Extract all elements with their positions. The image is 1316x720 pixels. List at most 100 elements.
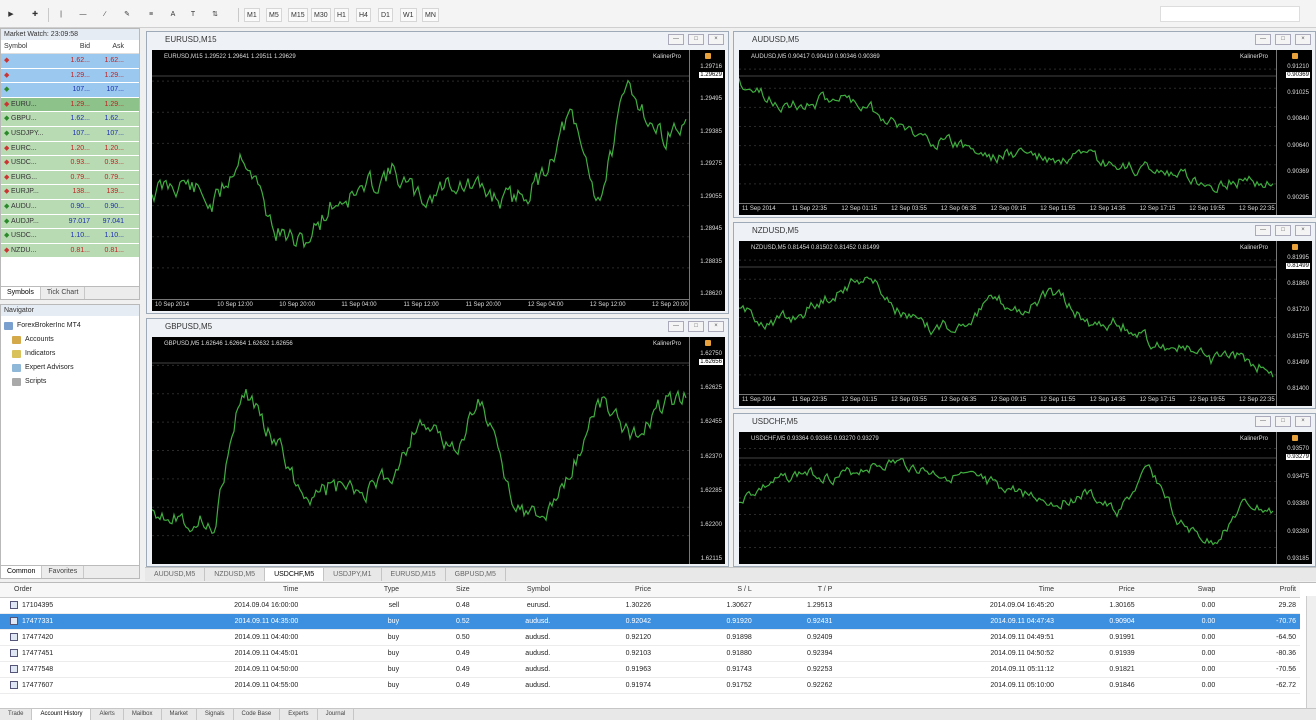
terminal-tab[interactable]: Journal: [318, 709, 355, 720]
timeframe-w1[interactable]: W1: [400, 8, 417, 22]
timeframe-m1[interactable]: M1: [244, 8, 260, 22]
minimize-icon[interactable]: —: [1255, 416, 1271, 427]
symbol-column-header[interactable]: Symbol: [1, 40, 59, 53]
column-header[interactable]: S / L: [654, 583, 756, 598]
chart-tab[interactable]: NZDUSD,M5: [205, 568, 266, 581]
market-watch-row[interactable]: ◆ NZDU... 0.81... 0.81...: [1, 243, 139, 259]
market-watch-row[interactable]: ◆ AUDJP... 97.017 97.041: [1, 214, 139, 230]
market-watch-row[interactable]: ◆ 1.29... 1.29...: [1, 68, 139, 84]
terminal-tab[interactable]: Signals: [197, 709, 234, 720]
minimize-icon[interactable]: —: [668, 34, 684, 45]
timeframe-m5[interactable]: M5: [266, 8, 282, 22]
price-chart[interactable]: GBPUSD,M5 1.62646 1.62664 1.62632 1.6265…: [152, 337, 725, 564]
chart-window-title[interactable]: AUDUSD,M5: [734, 32, 1315, 48]
navigator-item-accounts[interactable]: Accounts: [4, 333, 139, 347]
crosshair-icon[interactable]: ✚: [28, 8, 42, 22]
price-chart[interactable]: NZDUSD,M5 0.81454 0.81502 0.81452 0.8149…: [739, 241, 1312, 406]
ask-column-header[interactable]: Ask: [93, 40, 127, 53]
terminal-tab[interactable]: Experts: [280, 709, 318, 720]
market-watch-row[interactable]: ◆ EURC... 1.20... 1.20...: [1, 141, 139, 157]
chart-tab[interactable]: EURUSD,M15: [382, 568, 446, 581]
column-header[interactable]: Time: [836, 583, 1059, 598]
arrows-icon[interactable]: ⇅: [208, 8, 222, 22]
market-watch-row[interactable]: ◆ USDJPY... 107... 107...: [1, 126, 139, 142]
bid-column-header[interactable]: Bid: [59, 40, 93, 53]
search-box[interactable]: [1160, 6, 1300, 22]
tab-common[interactable]: Common: [1, 566, 43, 578]
chart-tab[interactable]: AUDUSD,M5: [145, 568, 206, 581]
minimize-icon[interactable]: —: [668, 321, 684, 332]
text-icon[interactable]: A: [166, 8, 180, 22]
chart-window-title[interactable]: NZDUSD,M5: [734, 223, 1315, 239]
timeframe-m15[interactable]: M15: [288, 8, 308, 22]
tab-favorites[interactable]: Favorites: [42, 566, 85, 578]
column-header[interactable]: Swap: [1138, 583, 1220, 598]
cursor-icon[interactable]: ▶: [4, 8, 18, 22]
market-watch-row[interactable]: ◆ EURG... 0.79... 0.79...: [1, 170, 139, 186]
timeframe-m30[interactable]: M30: [311, 8, 331, 22]
close-icon[interactable]: ×: [1295, 416, 1311, 427]
chart-window-title[interactable]: GBPUSD,M5: [147, 319, 728, 335]
navigator-item-scripts[interactable]: Scripts: [4, 375, 139, 389]
terminal-tab[interactable]: Code Base: [234, 709, 281, 720]
horizontal-line-icon[interactable]: —: [76, 8, 90, 22]
chart-tab[interactable]: USDJPY,M1: [324, 568, 382, 581]
close-icon[interactable]: ×: [1295, 34, 1311, 45]
minimize-icon[interactable]: —: [1255, 34, 1271, 45]
label-icon[interactable]: T: [186, 8, 200, 22]
fibonacci-icon[interactable]: ≡: [144, 8, 158, 22]
terminal-tab[interactable]: Trade: [0, 709, 33, 720]
column-header[interactable]: Time: [120, 583, 303, 598]
column-header[interactable]: Price: [1058, 583, 1139, 598]
price-chart[interactable]: AUDUSD,M5 0.90417 0.90419 0.90346 0.9036…: [739, 50, 1312, 215]
pen-icon[interactable]: ✎: [120, 8, 134, 22]
market-watch-row[interactable]: ◆ USDC... 0.93... 0.93...: [1, 156, 139, 171]
terminal-scrollbar[interactable]: [1306, 596, 1316, 708]
navigator-item-indicators[interactable]: Indicators: [4, 347, 139, 361]
tab-tick-chart[interactable]: Tick Chart: [41, 287, 86, 299]
chart-window-title[interactable]: USDCHF,M5: [734, 414, 1315, 430]
column-header[interactable]: T / P: [755, 583, 837, 598]
timeframe-h1[interactable]: H1: [334, 8, 349, 22]
terminal-tab[interactable]: Market: [162, 709, 197, 720]
market-watch-row[interactable]: ◆ 1.62... 1.62...: [1, 54, 139, 69]
maximize-icon[interactable]: □: [688, 321, 704, 332]
close-icon[interactable]: ×: [708, 321, 724, 332]
navigator-root[interactable]: ForexBrokerInc MT4: [4, 319, 139, 333]
chart-tab[interactable]: USDCHF,M5: [265, 568, 325, 581]
chart-window[interactable]: EURUSD,M15— □ × EURUSD,M15 1.29522 1.29641 …: [146, 31, 729, 314]
chart-window[interactable]: USDCHF,M5— □ × USDCHF,M5 0.93364 0.93365 0.…: [733, 413, 1316, 567]
market-watch-row[interactable]: ◆ 107... 107...: [1, 83, 139, 98]
market-watch-row[interactable]: ◆ EURJP... 138... 139...: [1, 185, 139, 200]
column-header[interactable]: Price: [554, 583, 655, 598]
trendline-icon[interactable]: ∕: [98, 8, 112, 22]
table-row[interactable]: 17477331 2014.09.11 04:35:00 buy 0.52 audusd…: [0, 613, 1300, 630]
market-watch-row[interactable]: ◆ GBPU... 1.62... 1.62...: [1, 112, 139, 127]
close-icon[interactable]: ×: [1295, 225, 1311, 236]
price-chart[interactable]: EURUSD,M15 1.29522 1.29641 1.29511 1.296…: [152, 50, 725, 311]
table-row[interactable]: 17477420 2014.09.11 04:40:00 buy 0.50 audusd…: [0, 629, 1300, 646]
market-watch-row[interactable]: ◆ AUDU... 0.90... 0.90...: [1, 199, 139, 215]
table-row[interactable]: 17477548 2014.09.11 04:50:00 buy 0.49 audusd…: [0, 661, 1300, 678]
navigator-item-expert-advisors[interactable]: Expert Advisors: [4, 361, 139, 375]
terminal-tab[interactable]: Alerts: [91, 709, 124, 720]
maximize-icon[interactable]: □: [688, 34, 704, 45]
chart-window[interactable]: NZDUSD,M5— □ × NZDUSD,M5 0.81454 0.81502 0.…: [733, 222, 1316, 409]
column-header[interactable]: Symbol: [473, 583, 555, 598]
timeframe-mn[interactable]: MN: [422, 8, 439, 22]
tab-symbols[interactable]: Symbols: [1, 287, 41, 299]
terminal-tab[interactable]: Account History: [32, 709, 92, 720]
column-header[interactable]: Profit: [1219, 583, 1300, 598]
maximize-icon[interactable]: □: [1275, 416, 1291, 427]
chart-tab[interactable]: GBPUSD,M5: [446, 568, 506, 581]
close-icon[interactable]: ×: [708, 34, 724, 45]
timeframe-h4[interactable]: H4: [356, 8, 371, 22]
chart-window-title[interactable]: EURUSD,M15: [147, 32, 728, 48]
maximize-icon[interactable]: □: [1275, 34, 1291, 45]
timeframe-d1[interactable]: D1: [378, 8, 393, 22]
chart-window[interactable]: AUDUSD,M5— □ × AUDUSD,M5 0.90417 0.90419 0.…: [733, 31, 1316, 218]
minimize-icon[interactable]: —: [1255, 225, 1271, 236]
market-watch-row[interactable]: ◆ EURU... 1.29... 1.29...: [1, 97, 139, 113]
vertical-line-icon[interactable]: |: [54, 8, 68, 22]
price-chart[interactable]: USDCHF,M5 0.93364 0.93365 0.93270 0.9327…: [739, 432, 1312, 564]
